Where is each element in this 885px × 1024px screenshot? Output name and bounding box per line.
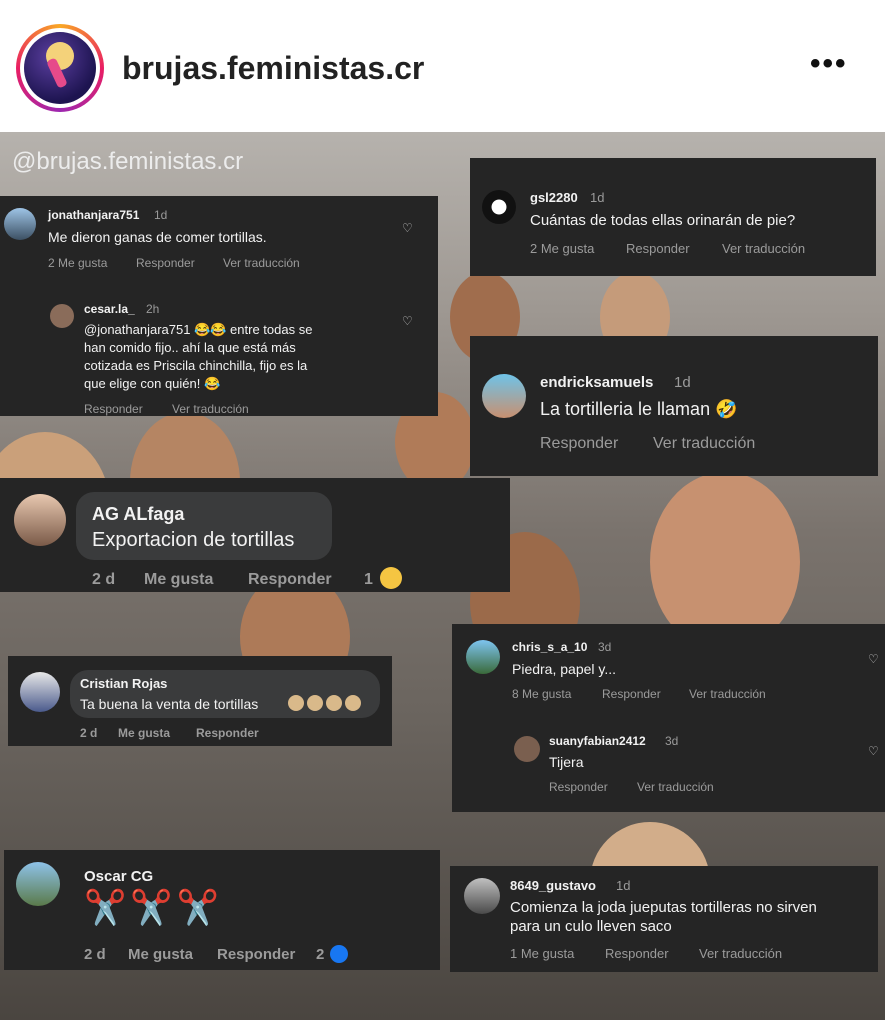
heart-icon[interactable]: ♡ (868, 744, 879, 758)
laughing-emoji-icon (380, 567, 402, 589)
avatar[interactable] (16, 862, 60, 906)
avatar[interactable] (14, 494, 66, 546)
comment-username[interactable]: chris_s_a_10 (512, 640, 587, 654)
translate-button[interactable]: Ver traducción (223, 256, 300, 270)
reaction-count: 1 (364, 571, 373, 588)
like-button[interactable]: Me gusta (128, 946, 193, 963)
translate-button[interactable]: Ver traducción (689, 687, 766, 701)
reply-text-line: @jonathanjara751 😂😂 entre todas se (84, 322, 313, 337)
reply-age: 3d (665, 734, 679, 748)
cookie-emoji-icon (345, 695, 361, 711)
comment-username[interactable]: jonathanjara751 (48, 208, 139, 222)
comment-age: 2 d (80, 726, 98, 740)
profile-username[interactable]: brujas.feministas.cr (122, 50, 424, 87)
comment-age: 2 d (92, 571, 116, 588)
comment-card: Oscar CG ✂️✂️✂️ 2 d Me gusta Responder 2 (4, 850, 440, 970)
comment-card: endricksamuels 1d La tortilleria le llam… (470, 336, 878, 476)
translate-button[interactable]: Ver traducción (172, 402, 249, 416)
comment-username[interactable]: gsl2280 (530, 190, 578, 205)
cookie-emoji-icon (288, 695, 304, 711)
reply-button[interactable]: Responder (605, 946, 669, 961)
reply-text-line: han comido fijo.. ahí la que está más (84, 340, 296, 355)
comment-text: Exportacion de tortillas (92, 529, 295, 551)
like-button[interactable]: Me gusta (118, 726, 170, 740)
photo-watermark: @brujas.feministas.cr (12, 148, 244, 175)
comment-text: Cuántas de todas ellas orinarán de pie? (530, 212, 796, 229)
comment-username[interactable]: Cristian Rojas (80, 676, 167, 691)
reaction-count: 2 (316, 946, 325, 963)
reply-button[interactable]: Responder (196, 726, 259, 740)
translate-button[interactable]: Ver traducción (637, 780, 714, 794)
witch-avatar-icon (24, 32, 96, 104)
translate-button[interactable]: Ver traducción (653, 435, 755, 453)
heart-icon[interactable]: ♡ (868, 652, 879, 666)
comment-age: 2 d (84, 946, 106, 963)
reply-text-line: que elige con quién! 😂 (84, 376, 221, 391)
likes-count[interactable]: 2 Me gusta (48, 256, 107, 270)
comment-text: Me dieron ganas de comer tortillas. (48, 229, 267, 245)
comment-card: chris_s_a_10 3d Piedra, papel y... ♡ 8 M… (452, 624, 885, 812)
cookie-emoji-icon (307, 695, 323, 711)
reply-username[interactable]: suanyfabian2412 (549, 734, 646, 748)
comment-username[interactable]: AG ALfaga (92, 504, 184, 525)
avatar[interactable] (482, 190, 516, 224)
comment-text: Piedra, papel y... (512, 661, 617, 677)
comment-card: AG ALfaga Exportacion de tortillas 2 d M… (0, 478, 510, 592)
like-button[interactable]: Me gusta (144, 571, 213, 589)
comment-age: 1d (616, 878, 631, 893)
avatar[interactable] (514, 736, 540, 762)
reply-button[interactable]: Responder (602, 687, 661, 701)
translate-button[interactable]: Ver traducción (699, 946, 782, 961)
reply-button[interactable]: Responder (217, 946, 295, 963)
avatar[interactable] (50, 304, 74, 328)
reply-button[interactable]: Responder (248, 571, 332, 589)
comment-card: gsl2280 1d Cuántas de todas ellas orinar… (470, 158, 876, 276)
comment-username[interactable]: Oscar CG (84, 868, 153, 885)
cookie-emoji-icon (326, 695, 342, 711)
more-options-icon[interactable]: ••• (810, 49, 848, 79)
comment-text-line: Comienza la joda jueputas tortilleras no… (510, 899, 817, 916)
scissors-emoji-icon: ✂️✂️✂️ (84, 889, 224, 927)
heart-icon[interactable]: ♡ (402, 221, 413, 235)
reply-button[interactable]: Responder (84, 402, 143, 416)
comment-text: La tortilleria le llaman 🤣 (540, 399, 738, 419)
likes-count[interactable]: 8 Me gusta (512, 687, 571, 701)
avatar[interactable] (20, 672, 60, 712)
reply-button[interactable]: Responder (136, 256, 195, 270)
likes-count[interactable]: 1 Me gusta (510, 946, 574, 961)
profile-avatar[interactable] (16, 24, 104, 112)
comment-username[interactable]: 8649_gustavo (510, 878, 596, 893)
comment-age: 3d (598, 640, 612, 654)
avatar[interactable] (466, 640, 500, 674)
reply-username[interactable]: cesar.la_ (84, 302, 135, 316)
post-header: brujas.feministas.cr ••• (0, 0, 885, 132)
like-emoji-icon (330, 945, 348, 963)
avatar[interactable] (482, 374, 526, 418)
comment-age: 1d (674, 374, 691, 391)
reply-text: Tijera (549, 754, 584, 770)
avatar[interactable] (464, 878, 500, 914)
likes-count[interactable]: 2 Me gusta (530, 241, 594, 256)
comment-text: Ta buena la venta de tortillas (80, 696, 259, 712)
reply-age: 2h (146, 302, 160, 316)
reply-text-line: cotizada es Priscila chinchilla, fijo es… (84, 358, 308, 373)
translate-button[interactable]: Ver traducción (722, 241, 805, 256)
comment-age: 1d (154, 208, 168, 222)
avatar[interactable] (4, 208, 36, 240)
reply-button[interactable]: Responder (540, 435, 618, 453)
comment-age: 1d (590, 190, 605, 205)
comment-card: 8649_gustavo 1d Comienza la joda jueputa… (450, 866, 878, 972)
reply-button[interactable]: Responder (626, 241, 690, 256)
comment-card: Cristian Rojas Ta buena la venta de tort… (8, 656, 392, 746)
reply-button[interactable]: Responder (549, 780, 608, 794)
comment-text-line: para un culo lleven saco (510, 918, 672, 935)
comment-card: jonathanjara751 1d Me dieron ganas de co… (0, 196, 438, 416)
heart-icon[interactable]: ♡ (402, 314, 413, 328)
comment-username[interactable]: endricksamuels (540, 374, 653, 391)
